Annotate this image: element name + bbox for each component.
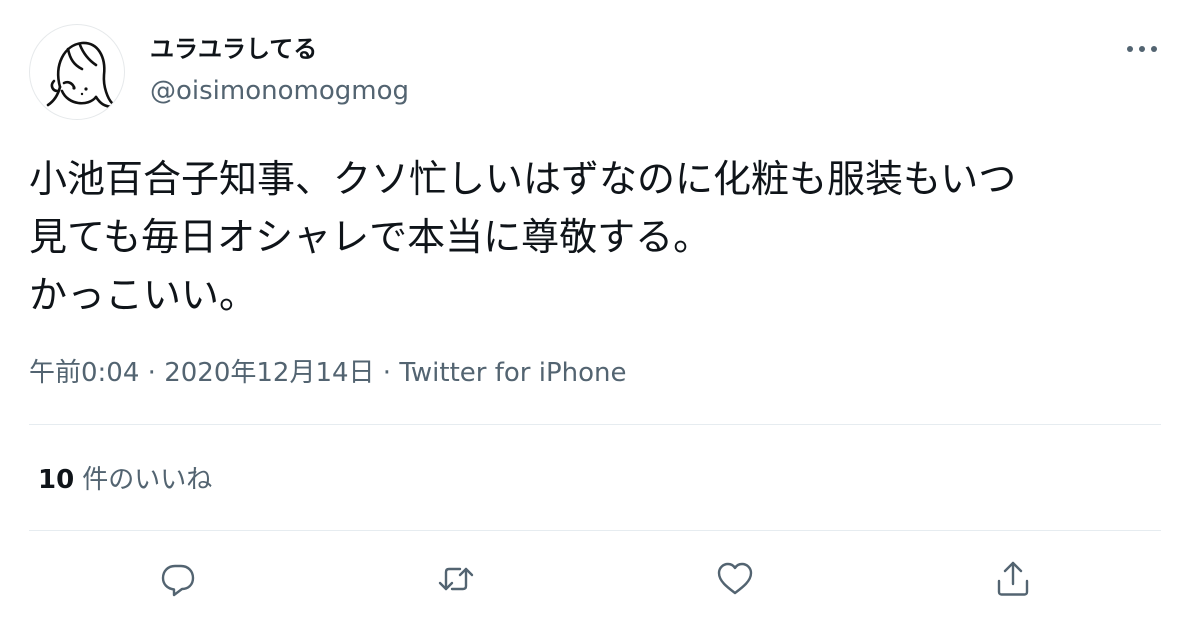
user-handle[interactable]: @oisimonomogmog: [150, 74, 409, 108]
tweet-meta: 午前0:04 · 2020年12月14日 · Twitter for iPhon…: [29, 355, 627, 391]
display-name[interactable]: ユラユラしてる: [150, 33, 317, 65]
divider: [29, 530, 1161, 531]
likes-link[interactable]: 10 件のいいね: [38, 462, 212, 498]
like-button[interactable]: [713, 557, 757, 601]
tweet-source[interactable]: Twitter for iPhone: [399, 358, 626, 388]
reply-button[interactable]: [156, 557, 200, 601]
tweet-card: ユラユラしてる @oisimonomogmog 小池百合子知事、クソ忙しいはずな…: [0, 0, 1200, 620]
user-avatar-drawing-icon: [46, 41, 116, 109]
share-button[interactable]: [991, 557, 1035, 601]
tweet-time[interactable]: 午前0:04: [29, 358, 139, 388]
meta-separator: ·: [147, 358, 156, 388]
likes-count: 10: [38, 465, 75, 495]
tweet-text: 小池百合子知事、クソ忙しいはずなのに化粧も服装もいつ 見ても毎日オシャレで本当に…: [29, 157, 1017, 317]
heart-icon: [717, 562, 753, 595]
more-dots-icon: [1127, 46, 1157, 52]
retweet-button[interactable]: [434, 557, 478, 601]
share-icon: [997, 561, 1029, 596]
more-options-button[interactable]: [1122, 36, 1162, 62]
divider: [29, 424, 1161, 425]
meta-separator: ·: [382, 358, 392, 388]
reply-icon: [161, 564, 195, 597]
retweet-icon: [438, 567, 474, 591]
tweet-date[interactable]: 2020年12月14日: [164, 358, 374, 388]
avatar[interactable]: [29, 24, 125, 120]
likes-label: 件のいいね: [82, 465, 213, 495]
